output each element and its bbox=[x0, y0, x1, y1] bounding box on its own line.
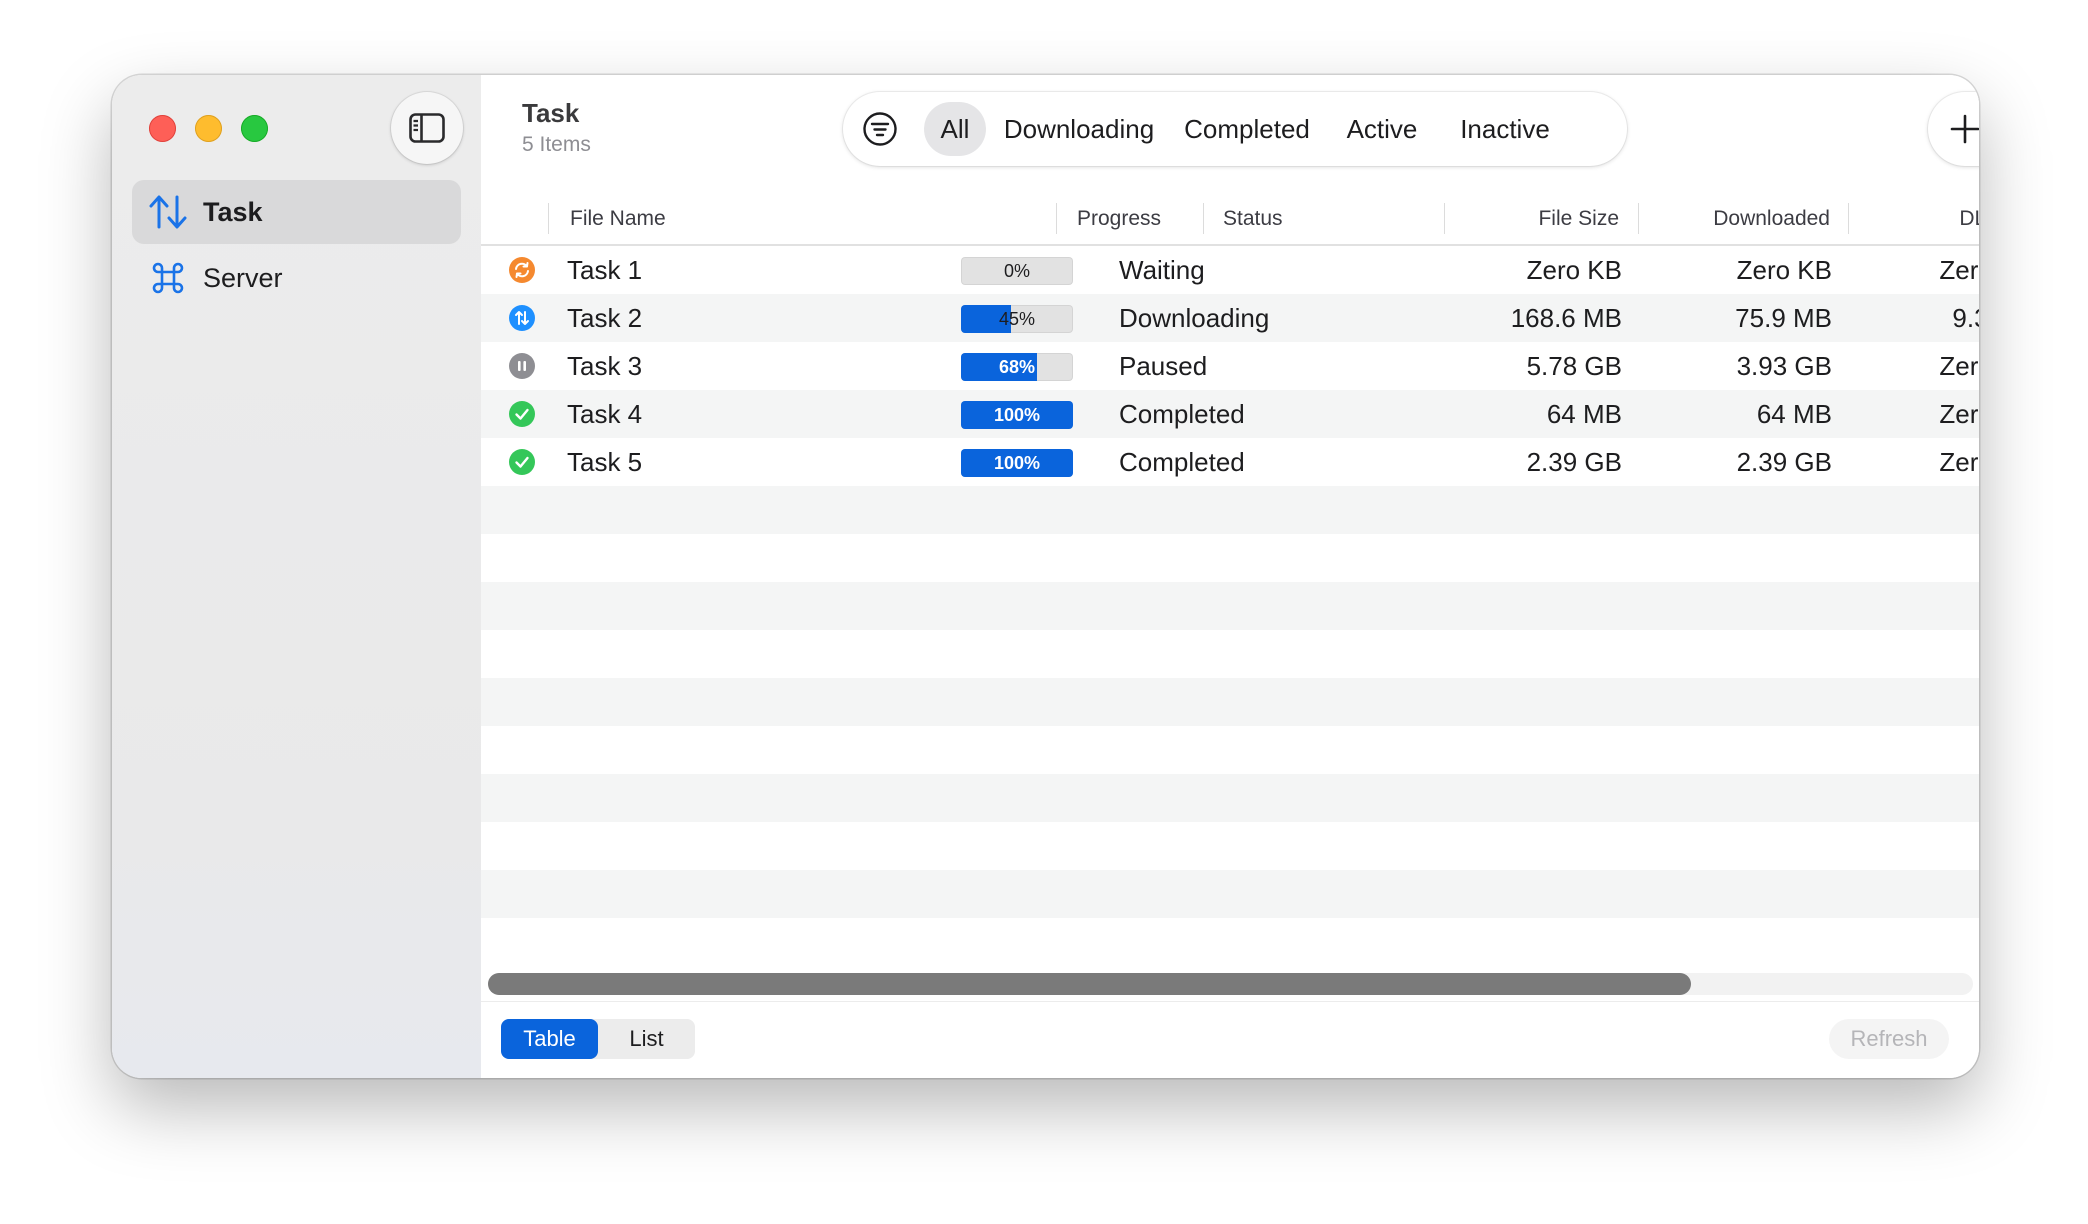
sidebar-item-label: Task bbox=[203, 196, 263, 227]
empty-row bbox=[481, 678, 1979, 726]
item-count: 5 Items bbox=[522, 133, 591, 156]
progress-bar: 100% bbox=[961, 449, 1073, 477]
column-divider bbox=[1203, 203, 1204, 234]
file-size: Zero KB bbox=[1526, 255, 1622, 285]
tab-inactive[interactable]: Inactive bbox=[1446, 102, 1564, 156]
status-text: Waiting bbox=[1119, 255, 1205, 285]
command-icon bbox=[148, 258, 188, 298]
list-view-button[interactable]: List bbox=[598, 1019, 695, 1059]
table-row[interactable]: Task 2 45% Downloading 168.6 MB 75.9 MB … bbox=[481, 294, 1979, 342]
file-size: 5.78 GB bbox=[1526, 351, 1622, 381]
toolbar-actions bbox=[1928, 92, 1979, 166]
column-status[interactable]: Status bbox=[1223, 193, 1283, 244]
dl-speed: Zero KB/s bbox=[1939, 399, 1979, 429]
downloading-icon bbox=[509, 305, 535, 331]
empty-row bbox=[481, 582, 1979, 630]
downloaded: Zero KB bbox=[1736, 255, 1832, 285]
status-text: Completed bbox=[1119, 447, 1245, 477]
completed-icon bbox=[509, 449, 535, 475]
file-size: 2.39 GB bbox=[1526, 447, 1622, 477]
progress-label: 100% bbox=[993, 405, 1041, 425]
file-name: Task 3 bbox=[567, 351, 643, 381]
file-name: Task 1 bbox=[567, 255, 643, 285]
sidebar-icon bbox=[409, 113, 445, 143]
column-dl-speed[interactable]: DL Speed bbox=[1861, 193, 1979, 244]
tab-active[interactable]: Active bbox=[1334, 102, 1430, 156]
table-row[interactable]: Task 3 68% Paused 5.78 GB 3.93 GB Zero K… bbox=[481, 342, 1979, 390]
task-table: Task 1 0% Waiting Zero KB Zero KB Zero K… bbox=[481, 246, 1979, 991]
progress-bar: 100% bbox=[961, 401, 1073, 429]
sidebar: Task Server bbox=[112, 75, 481, 1078]
page-title: Task bbox=[522, 98, 580, 128]
file-name: Task 4 bbox=[567, 399, 643, 429]
empty-row bbox=[481, 870, 1979, 918]
column-divider bbox=[1638, 203, 1639, 234]
table-row[interactable]: Task 1 0% Waiting Zero KB Zero KB Zero K… bbox=[481, 246, 1979, 294]
zoom-window-button[interactable] bbox=[241, 115, 268, 142]
progress-label: 100% bbox=[993, 453, 1041, 473]
status-text: Downloading bbox=[1119, 303, 1270, 333]
dl-speed: 9.3 MB/s bbox=[1952, 303, 1979, 333]
downloaded: 3.93 GB bbox=[1736, 351, 1832, 381]
progress-bar: 0% bbox=[961, 257, 1073, 285]
column-divider bbox=[1848, 203, 1849, 234]
column-file-size[interactable]: File Size bbox=[1451, 193, 1619, 244]
completed-icon bbox=[509, 401, 535, 427]
app-window: Task Server Task 5 Items All Downloading… bbox=[112, 75, 1979, 1078]
status-text: Completed bbox=[1119, 399, 1245, 429]
scrollbar-thumb[interactable] bbox=[488, 973, 1691, 995]
filter-icon[interactable] bbox=[862, 111, 898, 147]
empty-row bbox=[481, 774, 1979, 822]
tab-completed[interactable]: Completed bbox=[1175, 102, 1319, 156]
progress-bar: 68% bbox=[961, 353, 1073, 381]
filter-bar: All Downloading Completed Active Inactiv… bbox=[843, 92, 1627, 166]
file-size: 168.6 MB bbox=[1510, 303, 1622, 333]
bottom-toolbar: Table List Refresh bbox=[481, 1001, 1979, 1078]
progress-label: 0% bbox=[1003, 261, 1030, 281]
table-row[interactable]: Task 5 100% Completed 2.39 GB 2.39 GB Ze… bbox=[481, 438, 1979, 486]
file-size: 64 MB bbox=[1546, 399, 1622, 429]
empty-row bbox=[481, 486, 1979, 534]
view-mode-control: Table List bbox=[501, 1019, 695, 1059]
downloaded: 2.39 GB bbox=[1736, 447, 1832, 477]
page-header: Task 5 Items bbox=[522, 98, 591, 157]
dl-speed: Zero KB/s bbox=[1939, 447, 1979, 477]
column-divider bbox=[1056, 203, 1057, 234]
status-text: Paused bbox=[1119, 351, 1208, 381]
downloaded: 75.9 MB bbox=[1735, 303, 1832, 333]
column-progress[interactable]: Progress bbox=[1077, 193, 1161, 244]
plus-icon bbox=[1950, 114, 1979, 144]
progress-label: 68% bbox=[998, 357, 1036, 377]
sidebar-item-label: Server bbox=[203, 262, 283, 293]
table-row[interactable]: Task 4 100% Completed 64 MB 64 MB Zero K… bbox=[481, 390, 1979, 438]
table-header: File Name Progress Status File Size Down… bbox=[481, 193, 1979, 246]
refresh-button[interactable]: Refresh bbox=[1829, 1019, 1949, 1059]
sidebar-toggle-button[interactable] bbox=[391, 92, 463, 164]
progress-bar: 45% bbox=[961, 305, 1073, 333]
progress-label: 45% bbox=[998, 309, 1036, 329]
horizontal-scrollbar[interactable] bbox=[488, 973, 1973, 995]
close-window-button[interactable] bbox=[149, 115, 176, 142]
waiting-icon bbox=[509, 257, 535, 283]
main-content: Task 5 Items All Downloading Completed A… bbox=[481, 75, 1979, 1078]
paused-icon bbox=[509, 353, 535, 379]
column-divider bbox=[548, 203, 549, 234]
sidebar-item-task[interactable]: Task bbox=[132, 180, 461, 244]
up-down-arrows-icon bbox=[148, 192, 188, 232]
add-task-button[interactable] bbox=[1945, 109, 1979, 149]
minimize-window-button[interactable] bbox=[195, 115, 222, 142]
column-file-name[interactable]: File Name bbox=[570, 193, 666, 244]
table-view-button[interactable]: Table bbox=[501, 1019, 598, 1059]
column-divider bbox=[1444, 203, 1445, 234]
dl-speed: Zero KB/s bbox=[1939, 351, 1979, 381]
tab-all[interactable]: All bbox=[924, 102, 986, 156]
file-name: Task 2 bbox=[567, 303, 643, 333]
sidebar-item-server[interactable]: Server bbox=[132, 246, 461, 310]
dl-speed: Zero KB/s bbox=[1939, 255, 1979, 285]
file-name: Task 5 bbox=[567, 447, 643, 477]
tab-downloading[interactable]: Downloading bbox=[1001, 102, 1157, 156]
downloaded: 64 MB bbox=[1756, 399, 1832, 429]
column-downloaded[interactable]: Downloaded bbox=[1651, 193, 1830, 244]
